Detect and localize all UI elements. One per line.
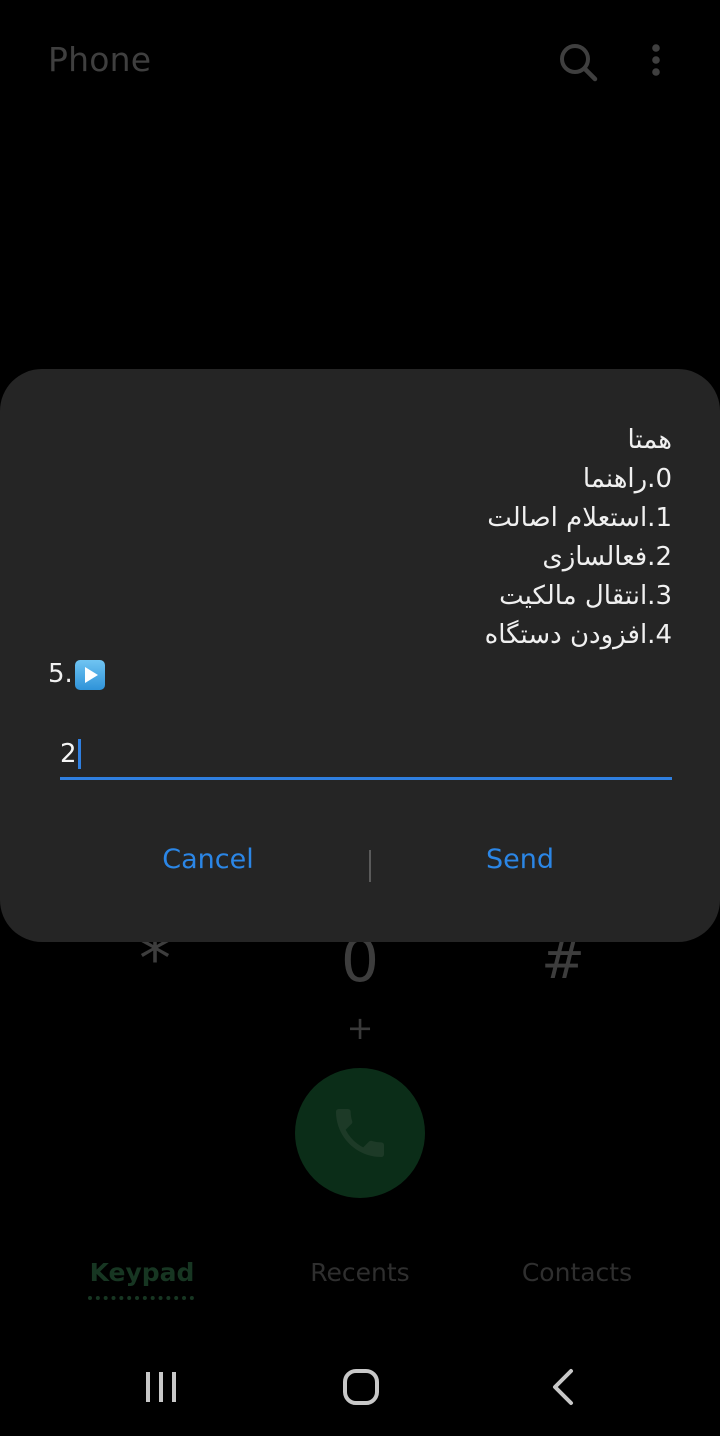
- ussd-option-3: 3.انتقال مالکیت: [499, 581, 672, 611]
- ussd-option-5: 5.: [48, 655, 672, 694]
- phone-handset-icon: [336, 1109, 384, 1157]
- nav-home-button[interactable]: [336, 1362, 386, 1412]
- nav-back-button[interactable]: [539, 1362, 589, 1412]
- nav-recent-apps-button[interactable]: [136, 1362, 186, 1412]
- tab-recents[interactable]: Recents: [294, 1258, 426, 1287]
- ussd-message: همتا 0.راهنما 1.استعلام اصالت 2.فعالسازی…: [48, 421, 672, 694]
- call-button[interactable]: [295, 1068, 425, 1198]
- text-caret: [77, 739, 81, 769]
- search-button[interactable]: [556, 40, 600, 84]
- more-options-button[interactable]: [640, 40, 672, 84]
- app-title: Phone: [48, 40, 152, 79]
- ussd-option-5-number: 5.: [48, 659, 73, 689]
- phone-screen: Phone * 0 + # Keypad Recents Contacts هم…: [0, 0, 720, 1436]
- ussd-reply-input[interactable]: 2: [60, 731, 672, 780]
- search-icon: [560, 44, 598, 82]
- ussd-dialog: همتا 0.راهنما 1.استعلام اصالت 2.فعالسازی…: [0, 369, 720, 942]
- tab-keypad-indicator: [88, 1296, 194, 1300]
- ussd-reply-value: 2: [60, 739, 77, 769]
- cancel-button[interactable]: Cancel: [108, 844, 308, 875]
- ussd-option-2: 2.فعالسازی: [542, 542, 672, 572]
- tab-contacts[interactable]: Contacts: [510, 1258, 644, 1287]
- ussd-option-0: 0.راهنما: [582, 464, 672, 494]
- home-icon: [343, 1369, 379, 1405]
- play-button-icon: [74, 660, 105, 690]
- ussd-option-4: 4.افزودن دستگاه: [484, 620, 672, 650]
- send-button[interactable]: Send: [420, 844, 620, 875]
- tab-keypad[interactable]: Keypad: [82, 1258, 202, 1287]
- more-vertical-icon: [652, 44, 660, 76]
- recent-apps-icon: [146, 1372, 176, 1402]
- button-divider: [369, 850, 371, 882]
- back-icon: [553, 1369, 573, 1405]
- ussd-line-title: همتا: [627, 425, 672, 455]
- ussd-option-1: 1.استعلام اصالت: [487, 503, 672, 533]
- key-zero-plus-label: +: [346, 1009, 374, 1047]
